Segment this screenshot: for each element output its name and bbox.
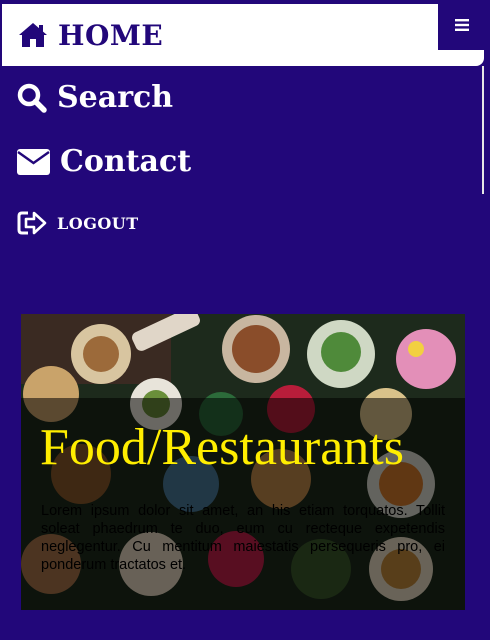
hero-description: Lorem ipsum dolor sit amet, an his etiam…	[41, 503, 445, 573]
hamburger-menu-button[interactable]	[438, 0, 486, 50]
envelope-icon	[17, 148, 50, 175]
top-bar: HOME	[2, 0, 486, 66]
nav-contact-label: Contact	[60, 144, 192, 179]
nav-search-link[interactable]: Search	[17, 80, 173, 115]
scrollbar[interactable]	[482, 66, 484, 194]
nav-contact-link[interactable]: Contact	[17, 144, 191, 179]
nav-logout-link[interactable]: LOGOUT	[17, 210, 139, 236]
home-icon	[19, 23, 47, 47]
hamburger-menu-icon	[455, 19, 469, 31]
home-link[interactable]: HOME	[18, 19, 163, 52]
nav-logout-label: LOGOUT	[57, 213, 139, 233]
food-restaurants-card[interactable]: Food/Restaurants Lorem ipsum dolor sit a…	[21, 314, 465, 610]
search-icon	[17, 83, 47, 113]
home-label: HOME	[58, 18, 164, 52]
hero-title: Food/Restaurants	[40, 419, 404, 476]
sign-out-icon	[17, 211, 47, 235]
nav-search-label: Search	[57, 80, 174, 115]
